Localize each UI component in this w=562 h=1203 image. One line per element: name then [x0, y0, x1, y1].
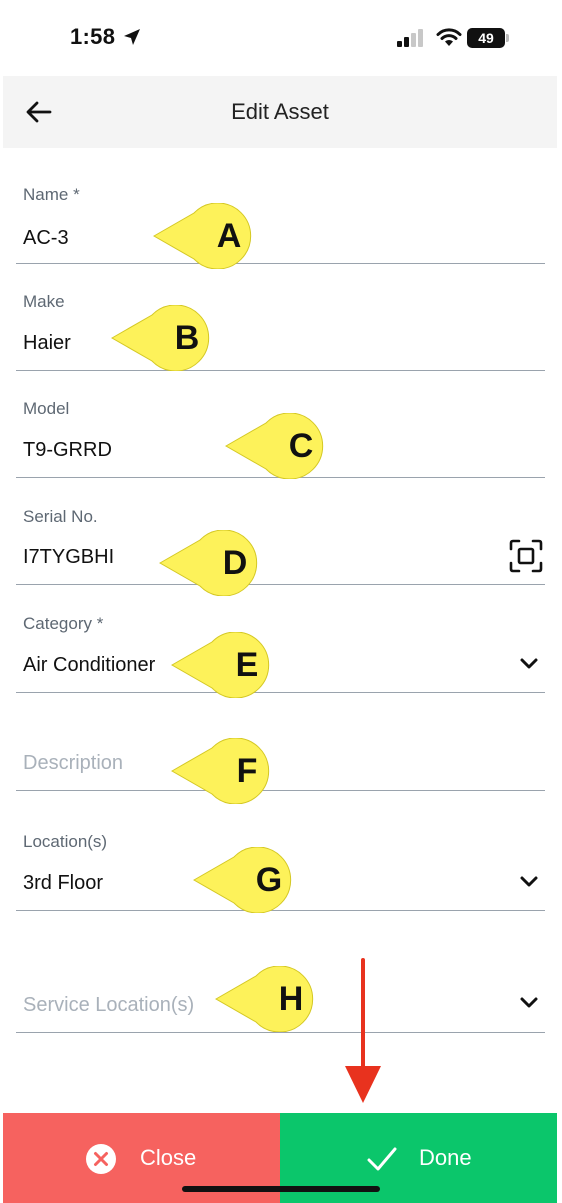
- serial-number-field[interactable]: Serial No. I7TYGBHI: [16, 497, 545, 585]
- status-bar: 1:58 49: [0, 0, 562, 76]
- callout-g: G: [192, 847, 312, 913]
- chevron-down-icon[interactable]: [519, 657, 539, 671]
- callout-e: E: [170, 632, 290, 698]
- location-arrow-icon: [124, 29, 140, 45]
- callout-h: H: [214, 966, 334, 1032]
- app-header: Edit Asset: [3, 76, 557, 148]
- make-value: Haier: [23, 332, 71, 354]
- locations-label: Location(s): [23, 832, 108, 851]
- serial-value: I7TYGBHI: [23, 546, 115, 568]
- page-title: Edit Asset: [231, 99, 329, 124]
- close-circle-icon: [86, 1144, 116, 1174]
- description-placeholder: Description: [23, 752, 124, 774]
- scan-icon[interactable]: [509, 539, 543, 573]
- callout-a: A: [152, 203, 272, 269]
- battery-percent: 49: [478, 30, 494, 46]
- model-value: T9-GRRD: [23, 439, 112, 461]
- model-label: Model: [23, 399, 70, 418]
- done-button-label: Done: [419, 1145, 472, 1170]
- callout-d: D: [158, 530, 278, 596]
- service-locations-placeholder: Service Location(s): [23, 994, 195, 1016]
- annotation-arrow-icon: [345, 958, 381, 1103]
- cell-signal-icon: [397, 29, 423, 47]
- battery-icon: 49: [467, 28, 509, 48]
- make-label: Make: [23, 292, 65, 311]
- serial-label: Serial No.: [23, 507, 98, 526]
- back-arrow-icon[interactable]: [23, 96, 55, 128]
- callout-f: F: [170, 738, 290, 804]
- home-indicator: [182, 1186, 380, 1192]
- category-label: Category *: [23, 614, 104, 633]
- wifi-icon: [436, 28, 462, 46]
- category-value: Air Conditioner: [23, 654, 156, 676]
- chevron-down-icon[interactable]: [519, 996, 539, 1010]
- name-label: Name *: [23, 185, 80, 204]
- check-icon: [367, 1147, 397, 1171]
- chevron-down-icon[interactable]: [519, 875, 539, 889]
- make-field[interactable]: Make Haier: [16, 283, 545, 371]
- locations-value: 3rd Floor: [23, 872, 104, 894]
- name-field[interactable]: Name * AC-3: [16, 176, 545, 264]
- callout-c: C: [224, 413, 344, 479]
- status-time: 1:58: [70, 24, 116, 49]
- callout-b: B: [110, 305, 230, 371]
- name-value: AC-3: [23, 227, 69, 249]
